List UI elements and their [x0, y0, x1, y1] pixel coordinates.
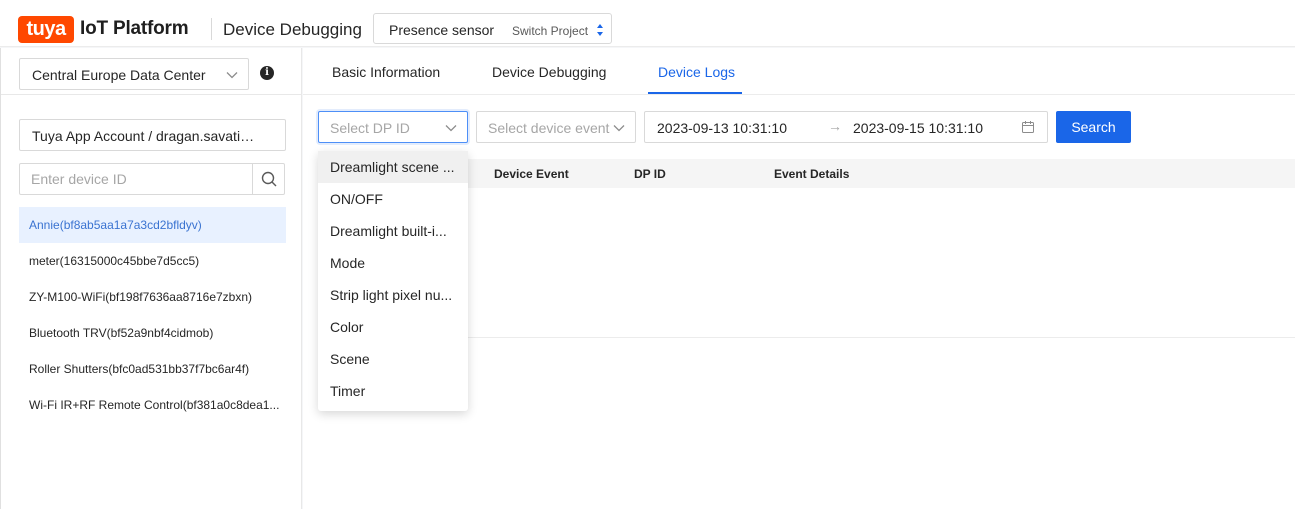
device-search-button[interactable] — [253, 164, 285, 194]
calendar-icon — [1022, 121, 1034, 133]
account-value: Tuya App Account / dragan.savatic@gmail.… — [32, 128, 260, 144]
chevron-down-icon — [226, 72, 238, 79]
device-item[interactable]: Bluetooth TRV(bf52a9nbf4cidmob) — [19, 315, 286, 351]
top-header: tuya IoT Platform Device Debugging Prese… — [0, 0, 1295, 47]
device-item[interactable]: Annie(bf8ab5aa1a7a3cd2bfldyv) — [19, 207, 286, 243]
dropdown-option[interactable]: ON/OFF — [318, 183, 468, 215]
search-icon — [261, 171, 277, 187]
end-time[interactable]: 2023-09-15 10:31:10 — [853, 120, 983, 136]
platform-name: IoT Platform — [80, 18, 189, 39]
sidebar-divider — [1, 94, 302, 95]
dropdown-option[interactable]: Timer — [318, 375, 468, 407]
sort-arrows-icon — [597, 24, 603, 36]
tab-basic-information[interactable]: Basic Information — [332, 64, 440, 80]
tab-device-debugging[interactable]: Device Debugging — [492, 64, 606, 80]
dp-id-placeholder: Select DP ID — [330, 120, 410, 136]
app: tuya IoT Platform Device Debugging Prese… — [0, 0, 1295, 509]
dropdown-option[interactable]: Strip light pixel nu... — [318, 279, 468, 311]
column-header: Event Details — [774, 167, 850, 181]
device-sidebar: Central Europe Data Center i Tuya App Ac… — [0, 48, 302, 509]
project-name: Presence sensor — [389, 22, 495, 38]
device-search — [19, 163, 285, 195]
switch-project-label: Switch Project — [512, 24, 589, 38]
column-header: DP ID — [634, 167, 666, 181]
active-tab-indicator — [648, 92, 742, 94]
header-divider — [211, 18, 212, 40]
dropdown-option[interactable]: Scene — [318, 343, 468, 375]
data-center-select[interactable]: Central Europe Data Center — [19, 58, 249, 90]
device-event-placeholder: Select device event — [488, 120, 610, 136]
info-icon[interactable]: i — [260, 66, 274, 80]
tabs-bar: Basic Information Device Debugging Devic… — [303, 48, 1295, 95]
device-event-select[interactable]: Select device event — [476, 111, 636, 143]
data-center-value: Central Europe Data Center — [32, 67, 206, 83]
device-item[interactable]: meter(16315000c45bbe7d5cc5) — [19, 243, 286, 279]
column-header: Device Event — [494, 167, 569, 181]
device-id-input[interactable] — [20, 164, 253, 194]
device-item[interactable]: ZY-M100-WiFi(bf198f7636aa8716e7zbxn) — [19, 279, 286, 315]
chevron-down-icon — [445, 125, 457, 132]
project-switcher[interactable]: Presence sensor Switch Project — [373, 13, 612, 44]
tab-device-logs[interactable]: Device Logs — [658, 64, 735, 80]
dp-id-select[interactable]: Select DP ID — [318, 111, 468, 143]
date-range-picker[interactable]: 2023-09-13 10:31:10 → 2023-09-15 10:31:1… — [644, 111, 1048, 143]
page-title: Device Debugging — [223, 20, 362, 39]
search-button[interactable]: Search — [1056, 111, 1131, 143]
dropdown-option[interactable]: Mode — [318, 247, 468, 279]
account-select[interactable]: Tuya App Account / dragan.savatic@gmail.… — [19, 119, 286, 151]
start-time[interactable]: 2023-09-13 10:31:10 — [657, 120, 787, 136]
dropdown-option[interactable]: Color — [318, 311, 468, 343]
device-item[interactable]: Wi-Fi IR+RF Remote Control(bf381a0c8dea1… — [19, 387, 286, 423]
dp-id-dropdown: Dreamlight scene ... ON/OFF Dreamlight b… — [318, 151, 468, 411]
dropdown-option[interactable]: Dreamlight built-i... — [318, 215, 468, 247]
range-arrow-icon: → — [828, 118, 842, 134]
device-list: Annie(bf8ab5aa1a7a3cd2bfldyv) meter(1631… — [19, 207, 286, 423]
dropdown-option[interactable]: Dreamlight scene ... — [318, 151, 468, 183]
device-item[interactable]: Roller Shutters(bfc0ad531bb37f7bc6ar4f) — [19, 351, 286, 387]
tuya-logo[interactable]: tuya — [18, 16, 74, 43]
chevron-down-icon — [613, 125, 625, 132]
